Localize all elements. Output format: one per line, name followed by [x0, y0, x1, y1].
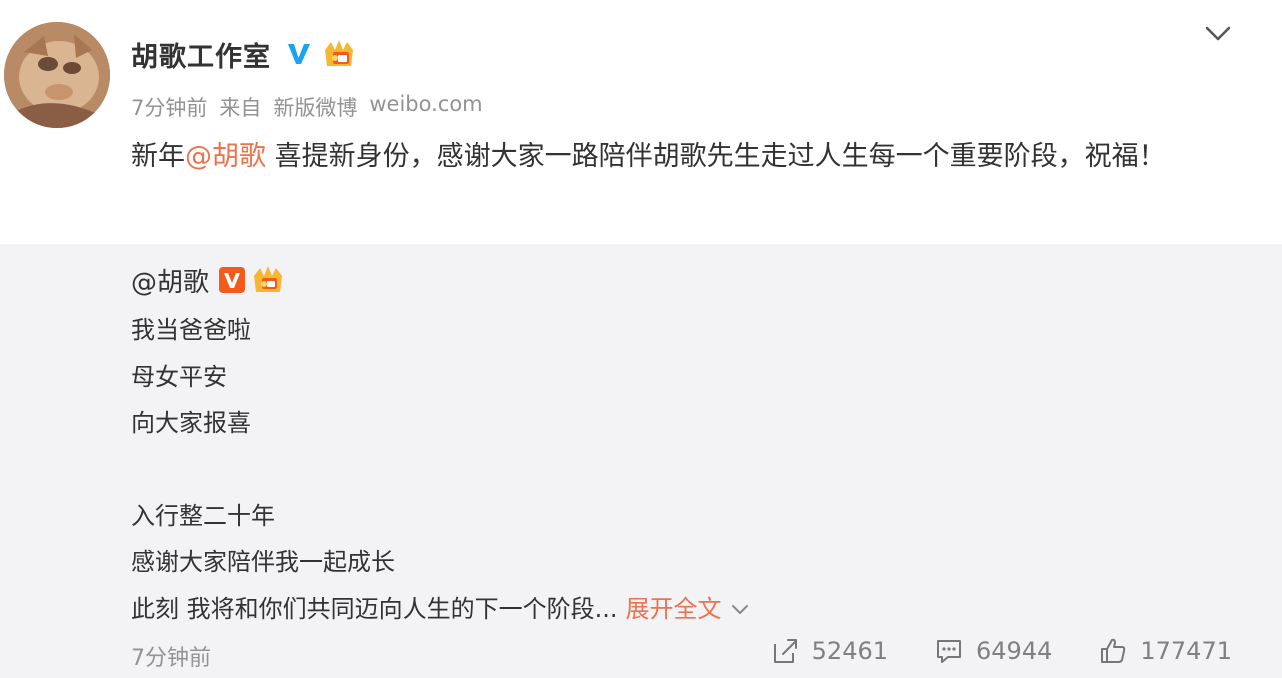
like-button[interactable]: 177471 — [1098, 636, 1232, 666]
repost-line: 我当爸爸啦 — [131, 316, 251, 344]
chevron-down-icon[interactable] — [730, 603, 750, 617]
repost-line: 感谢大家陪伴我一起成长 — [131, 548, 395, 576]
repost-time[interactable]: 7分钟前 — [131, 640, 211, 672]
post-text-end: 喜提新身份，感谢大家一路陪伴胡歌先生走过人生每一个重要阶段，祝福！ — [266, 141, 1166, 172]
source-domain[interactable]: weibo.com — [369, 92, 482, 122]
avatar-image — [4, 22, 110, 128]
verified-v-icon — [219, 267, 246, 293]
source-name[interactable]: 新版微博 — [273, 92, 357, 122]
repost-button[interactable]: 52461 — [770, 636, 888, 666]
chevron-down-icon[interactable] — [1204, 24, 1232, 44]
post-meta: 7分钟前 来自 新版微博 weibo.com — [131, 92, 483, 122]
repost-count: 52461 — [811, 637, 889, 665]
repost-author-row: @胡歌 — [131, 262, 285, 298]
repost-last-line: 此刻 我将和你们共同迈向人生的下一个阶段... 展开全文 — [131, 589, 750, 624]
repost-line: 向大家报喜 — [131, 409, 251, 437]
like-count: 177471 — [1140, 637, 1232, 665]
source-prefix: 来自 — [219, 96, 262, 120]
repost-line: 入行整二十年 — [131, 502, 275, 530]
avatar[interactable] — [4, 22, 110, 128]
expand-full-text-link[interactable]: 展开全文 — [626, 595, 722, 623]
weibo-post: 胡歌工作室 7分钟前 来自 新版微博 weibo.com 新年@胡歌 喜提新身份… — [0, 0, 1282, 678]
repost-line: 此刻 我将和你们共同迈向人生的下一个阶段... — [131, 595, 618, 623]
crown-badge-icon — [321, 38, 357, 70]
repost-author-name[interactable]: @胡歌 — [131, 262, 209, 299]
author-row: 胡歌工作室 — [131, 30, 357, 78]
post-text-start: 新年 — [131, 141, 185, 172]
comment-icon — [937, 640, 962, 663]
verified-v-icon — [285, 40, 313, 68]
thumbs-up-icon — [1101, 638, 1126, 663]
mention-link[interactable]: @胡歌 — [185, 141, 266, 172]
post-text: 新年@胡歌 喜提新身份，感谢大家一路陪伴胡歌先生走过人生每一个重要阶段，祝福！ — [131, 134, 1221, 180]
comment-count: 64944 — [976, 637, 1053, 665]
repost-line: 母女平安 — [131, 363, 227, 391]
post-time[interactable]: 7分钟前 — [131, 92, 207, 122]
repost-icon — [773, 639, 797, 663]
comment-button[interactable]: 64944 — [934, 636, 1052, 666]
action-bar: 52461 64944 177471 — [770, 636, 1232, 666]
crown-badge-icon — [251, 265, 285, 295]
author-name[interactable]: 胡歌工作室 — [131, 35, 271, 74]
